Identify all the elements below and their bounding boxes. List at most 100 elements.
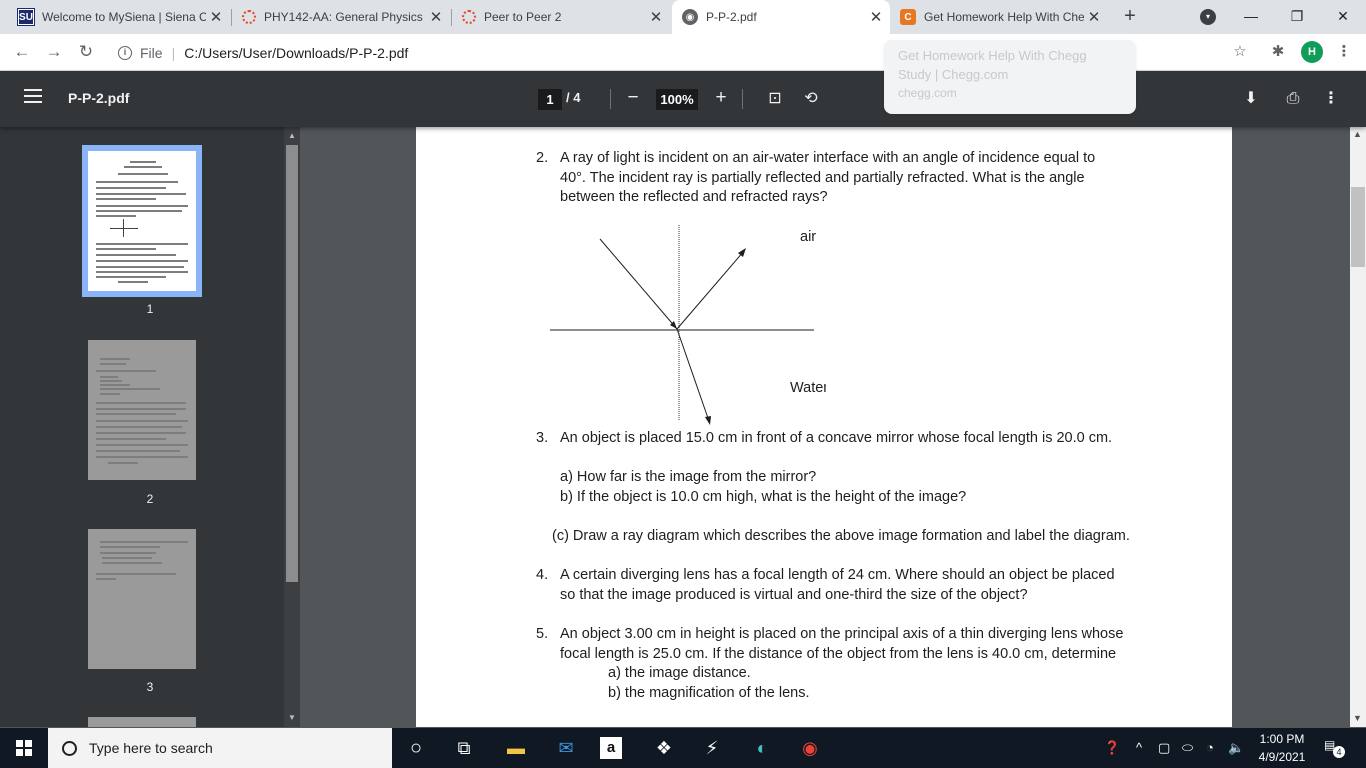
file-explorer-icon[interactable]: ▬ <box>502 734 530 762</box>
more-options-icon[interactable]: ⋮ <box>1320 88 1342 110</box>
reflected-arrowhead <box>738 248 746 257</box>
question-text: An object is placed 15.0 cm in front of … <box>560 429 1112 507</box>
thumbnail-label: 1 <box>146 302 154 316</box>
tab-phy142[interactable]: PHY142-AA: General Physics II ✕ <box>232 0 450 34</box>
refracted-ray <box>676 328 710 422</box>
text-line: An object is placed 15.0 cm in front of … <box>560 430 1113 446</box>
edge-icon[interactable]: ◐ <box>748 734 776 762</box>
amazon-icon[interactable]: a <box>600 737 622 759</box>
minimize-button[interactable]: — <box>1228 0 1274 34</box>
notification-center-button[interactable]: ▤ 4 <box>1324 738 1345 758</box>
sidebar-scrollbar[interactable]: ▲ ▼ <box>284 127 300 727</box>
antivirus-icon[interactable]: ⬭ <box>1182 736 1193 760</box>
text-line: focal length is 25.0 cm. If the distance… <box>560 645 1117 662</box>
thumbnail-label: 3 <box>146 680 154 694</box>
tab-title: Welcome to MySiena | Siena C <box>42 10 206 24</box>
tab-title: PHY142-AA: General Physics II <box>264 10 426 24</box>
fit-to-page-icon[interactable]: ⊡ <box>764 88 786 110</box>
system-clock[interactable]: 1:00 PM 4/9/2021 <box>1252 730 1312 766</box>
thumbnail-page-2[interactable] <box>88 340 196 480</box>
kebab-menu-icon[interactable]: ⋮ <box>1334 42 1354 62</box>
info-icon[interactable]: i <box>118 45 132 60</box>
meet-now-icon[interactable]: ▢ <box>1158 736 1170 760</box>
bookmark-star-icon[interactable]: ☆ <box>1230 42 1250 62</box>
window-close-button[interactable]: ✕ <box>1320 0 1366 34</box>
loading-ring-icon <box>242 10 256 24</box>
forward-button[interactable]: → <box>42 40 66 64</box>
taskbar-search-input[interactable]: Type here to search <box>48 728 392 768</box>
cortana-icon[interactable]: ○ <box>402 734 430 762</box>
scrollbar-thumb[interactable] <box>1351 187 1365 267</box>
avatar[interactable]: H <box>1301 41 1323 63</box>
back-button[interactable]: ← <box>10 40 34 64</box>
thumbnail-page-1[interactable] <box>82 145 202 297</box>
menu-icon[interactable] <box>24 89 42 107</box>
task-view-icon[interactable]: ⧉ <box>450 734 478 762</box>
browser-toolbar: ← → ↻ i File | C:/Users/User/Downloads/P… <box>0 34 1366 71</box>
tab-title: Get Homework Help With Chegg <box>924 10 1084 24</box>
text-line: (c) Draw a ray diagram which describes t… <box>552 528 1130 544</box>
pdf-document-area[interactable]: 2. A ray of light is incident on an air-… <box>300 127 1350 727</box>
scroll-down-icon[interactable]: ▼ <box>288 713 296 722</box>
sub-question-c: (c) Draw a ray diagram which describes t… <box>552 527 1130 547</box>
question-number: 5. <box>536 626 549 642</box>
show-hidden-icons[interactable]: ^ <box>1136 736 1142 760</box>
rotate-icon[interactable]: ⟲ <box>800 88 822 110</box>
text-line: so that the image produced is virtual an… <box>560 586 1028 603</box>
water-label: Water <box>790 380 826 396</box>
question-text: A ray of light is incident on an air-wat… <box>560 149 1095 208</box>
thumbnail-page-3[interactable] <box>88 529 196 669</box>
text-line: between the reflected and refracted rays… <box>560 189 828 205</box>
vpn-icon[interactable]: ⚡ <box>698 734 726 762</box>
page-number-input[interactable]: 1 <box>538 89 562 110</box>
tab-chegg[interactable]: C Get Homework Help With Chegg ✕ <box>890 0 1108 34</box>
restore-button[interactable]: ❐ <box>1274 0 1320 34</box>
windows-taskbar: Type here to search ○ ⧉ ▬ ✉ a ❖ ⚡ ◐ ◉ ❓ … <box>0 728 1366 768</box>
close-icon[interactable]: ✕ <box>206 8 226 26</box>
pdf-filename: P-P-2.pdf <box>68 90 130 106</box>
tab-title: P-P-2.pdf <box>706 10 757 24</box>
question-number: 3. <box>536 430 549 446</box>
scroll-up-icon[interactable]: ▲ <box>288 131 296 140</box>
hover-card-domain: chegg.com <box>898 86 957 100</box>
text-line: 40°. The incident ray is partially refle… <box>560 169 1085 186</box>
tab-mysiena[interactable]: SU Welcome to MySiena | Siena C ✕ <box>8 0 230 34</box>
volume-icon[interactable]: 🔈 <box>1228 736 1244 760</box>
dropbox-icon[interactable]: ❖ <box>650 734 678 762</box>
chegg-icon: C <box>900 9 916 25</box>
wifi-icon[interactable]: ◔ <box>1206 736 1214 760</box>
air-label: air <box>800 229 816 245</box>
chrome-icon[interactable]: ◉ <box>796 734 824 762</box>
sub-question-a: a) How far is the image from the mirror? <box>560 469 817 485</box>
pdf-page: 2. A ray of light is incident on an air-… <box>416 127 1232 727</box>
scroll-up-icon[interactable]: ▲ <box>1353 129 1362 139</box>
help-icon[interactable]: ❓ <box>1104 736 1120 760</box>
download-icon[interactable]: ⬇ <box>1240 88 1262 110</box>
reload-button[interactable]: ↻ <box>74 40 98 64</box>
extensions-puzzle-icon[interactable]: ✱ <box>1268 42 1288 62</box>
mail-icon[interactable]: ✉ <box>552 734 580 762</box>
search-placeholder: Type here to search <box>89 740 213 756</box>
scroll-down-icon[interactable]: ▼ <box>1353 713 1362 723</box>
start-button[interactable] <box>0 728 48 768</box>
close-icon[interactable]: ✕ <box>426 8 446 26</box>
document-scrollbar[interactable]: ▲ ▼ <box>1350 127 1366 727</box>
tab-hover-card: Get Homework Help With Chegg Study | Che… <box>884 40 1136 114</box>
new-tab-button[interactable]: + <box>1118 4 1142 28</box>
close-icon[interactable]: ✕ <box>866 8 886 26</box>
zoom-out-button[interactable]: − <box>622 86 644 110</box>
address-divider: | <box>171 44 176 61</box>
zoom-in-button[interactable]: + <box>710 86 732 110</box>
close-icon[interactable]: ✕ <box>1084 8 1104 26</box>
close-icon[interactable]: ✕ <box>646 8 666 26</box>
thumbnail-page-4[interactable] <box>88 717 196 727</box>
zoom-level-input[interactable]: 100% <box>656 89 698 110</box>
tab-pdf[interactable]: ◉ P-P-2.pdf ✕ <box>672 0 890 34</box>
notification-count: 4 <box>1333 746 1345 758</box>
tab-search-icon[interactable]: ▾ <box>1200 9 1216 25</box>
scheme-label: File <box>140 44 163 61</box>
tab-peer-to-peer[interactable]: Peer to Peer 2 ✕ <box>452 0 670 34</box>
pdf-toolbar: P-P-2.pdf 1 / 4 − 100% + ⊡ ⟲ ⬇ ⎙ ⋮ <box>0 71 1366 127</box>
scrollbar-thumb[interactable] <box>286 145 298 582</box>
print-icon[interactable]: ⎙ <box>1282 88 1304 110</box>
